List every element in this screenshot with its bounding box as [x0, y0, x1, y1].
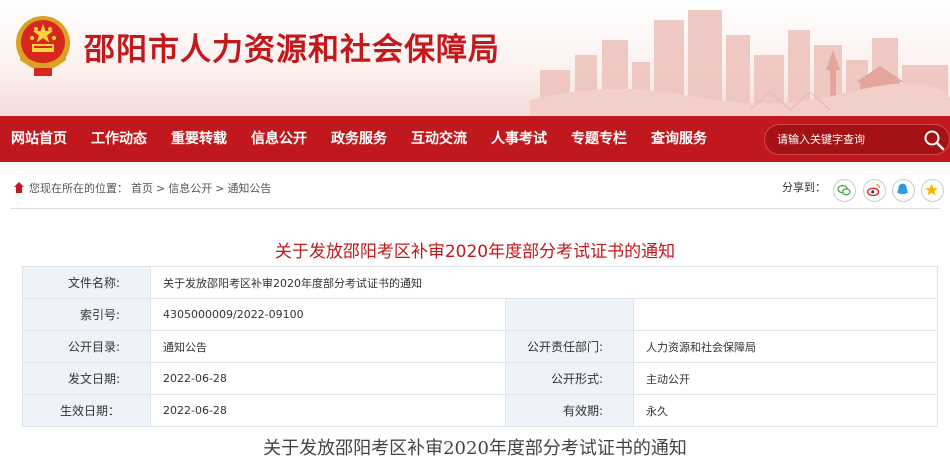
site-title: 邵阳市人力资源和社会保障局	[84, 32, 500, 68]
empty-label-cell	[505, 298, 634, 331]
nav-item-work-news[interactable]: 工作动态	[91, 116, 147, 162]
effective-date-value: 2022-06-28	[150, 394, 506, 427]
breadcrumb-notices[interactable]: 通知公告	[227, 180, 271, 196]
nav-item-reprints[interactable]: 重要转载	[171, 116, 227, 162]
index-value: 4305000009/2022-09100	[150, 298, 506, 331]
table-row: 公开目录: 通知公告 公开责任部门: 人力资源和社会保障局	[22, 330, 939, 363]
share-label: 分享到：	[782, 181, 826, 194]
empty-value-cell	[632, 298, 939, 331]
validity-value: 永久	[632, 394, 939, 427]
article-heading: 关于发放邵阳考区补审2020年度部分考试证书的通知	[263, 438, 687, 459]
table-row: 索引号: 4305000009/2022-09100	[22, 298, 939, 331]
effective-date-label: 生效日期：	[22, 394, 151, 427]
nav-item-query-services[interactable]: 查询服务	[651, 116, 707, 162]
nav-item-special-topics[interactable]: 专题专栏	[571, 116, 627, 162]
dept-label: 公开责任部门:	[505, 330, 634, 363]
breadcrumb-prefix: 您现在所在的位置：	[29, 182, 128, 195]
file-name-label: 文件名称:	[22, 266, 151, 299]
catalog-value: 通知公告	[150, 330, 506, 363]
file-name-value: 关于发放邵阳考区补审2020年度部分考试证书的通知	[149, 266, 939, 299]
search-icon[interactable]	[923, 129, 945, 151]
nav-item-gov-services[interactable]: 政务服务	[331, 116, 387, 162]
catalog-label: 公开目录:	[22, 330, 151, 363]
share-wechat-button[interactable]	[833, 179, 856, 202]
table-row: 发文日期: 2022-06-28 公开形式: 主动公开	[22, 362, 939, 395]
search-box	[764, 124, 950, 155]
breadcrumb: 您现在所在的位置： 首页 > 信息公开 > 通知公告	[14, 180, 274, 196]
home-pin-icon	[14, 182, 24, 193]
table-row: 文件名称: 关于发放邵阳考区补审2020年度部分考试证书的通知	[22, 266, 939, 299]
wechat-icon	[837, 184, 851, 196]
qq-icon	[897, 183, 909, 195]
breadcrumb-home[interactable]: 首页	[131, 180, 153, 196]
star-icon	[925, 183, 938, 196]
table-row: 生效日期： 2022-06-28 有效期: 永久	[22, 394, 939, 427]
city-skyline-decoration	[530, 10, 950, 116]
issue-date-label: 发文日期:	[22, 362, 151, 395]
national-emblem-icon	[16, 16, 70, 76]
breadcrumb-separator: >	[215, 181, 225, 195]
page-title: 关于发放邵阳考区补审2020年度部分考试证书的通知	[274, 242, 676, 262]
document-info-table: 文件名称: 关于发放邵阳考区补审2020年度部分考试证书的通知 索引号: 430…	[22, 266, 939, 427]
site-header: 邵阳市人力资源和社会保障局	[0, 0, 950, 116]
search-input[interactable]	[777, 125, 917, 154]
dept-value: 人力资源和社会保障局	[632, 330, 939, 363]
index-label: 索引号:	[22, 298, 151, 331]
share-qq-button[interactable]	[892, 179, 915, 202]
share-qzone-button[interactable]	[921, 179, 944, 202]
breadcrumb-separator: >	[156, 181, 166, 195]
nav-item-personnel-exam[interactable]: 人事考试	[491, 116, 547, 162]
share-weibo-button[interactable]	[863, 179, 886, 202]
breadcrumb-divider	[10, 208, 940, 209]
breadcrumb-info-disclosure[interactable]: 信息公开	[168, 180, 212, 196]
form-label: 公开形式:	[505, 362, 634, 395]
nav-item-home[interactable]: 网站首页	[11, 116, 67, 162]
weibo-icon	[867, 183, 881, 197]
validity-label: 有效期:	[505, 394, 634, 427]
nav-item-info-disclosure[interactable]: 信息公开	[251, 116, 307, 162]
nav-item-interaction[interactable]: 互动交流	[411, 116, 467, 162]
issue-date-value: 2022-06-28	[150, 362, 506, 395]
form-value: 主动公开	[632, 362, 939, 395]
